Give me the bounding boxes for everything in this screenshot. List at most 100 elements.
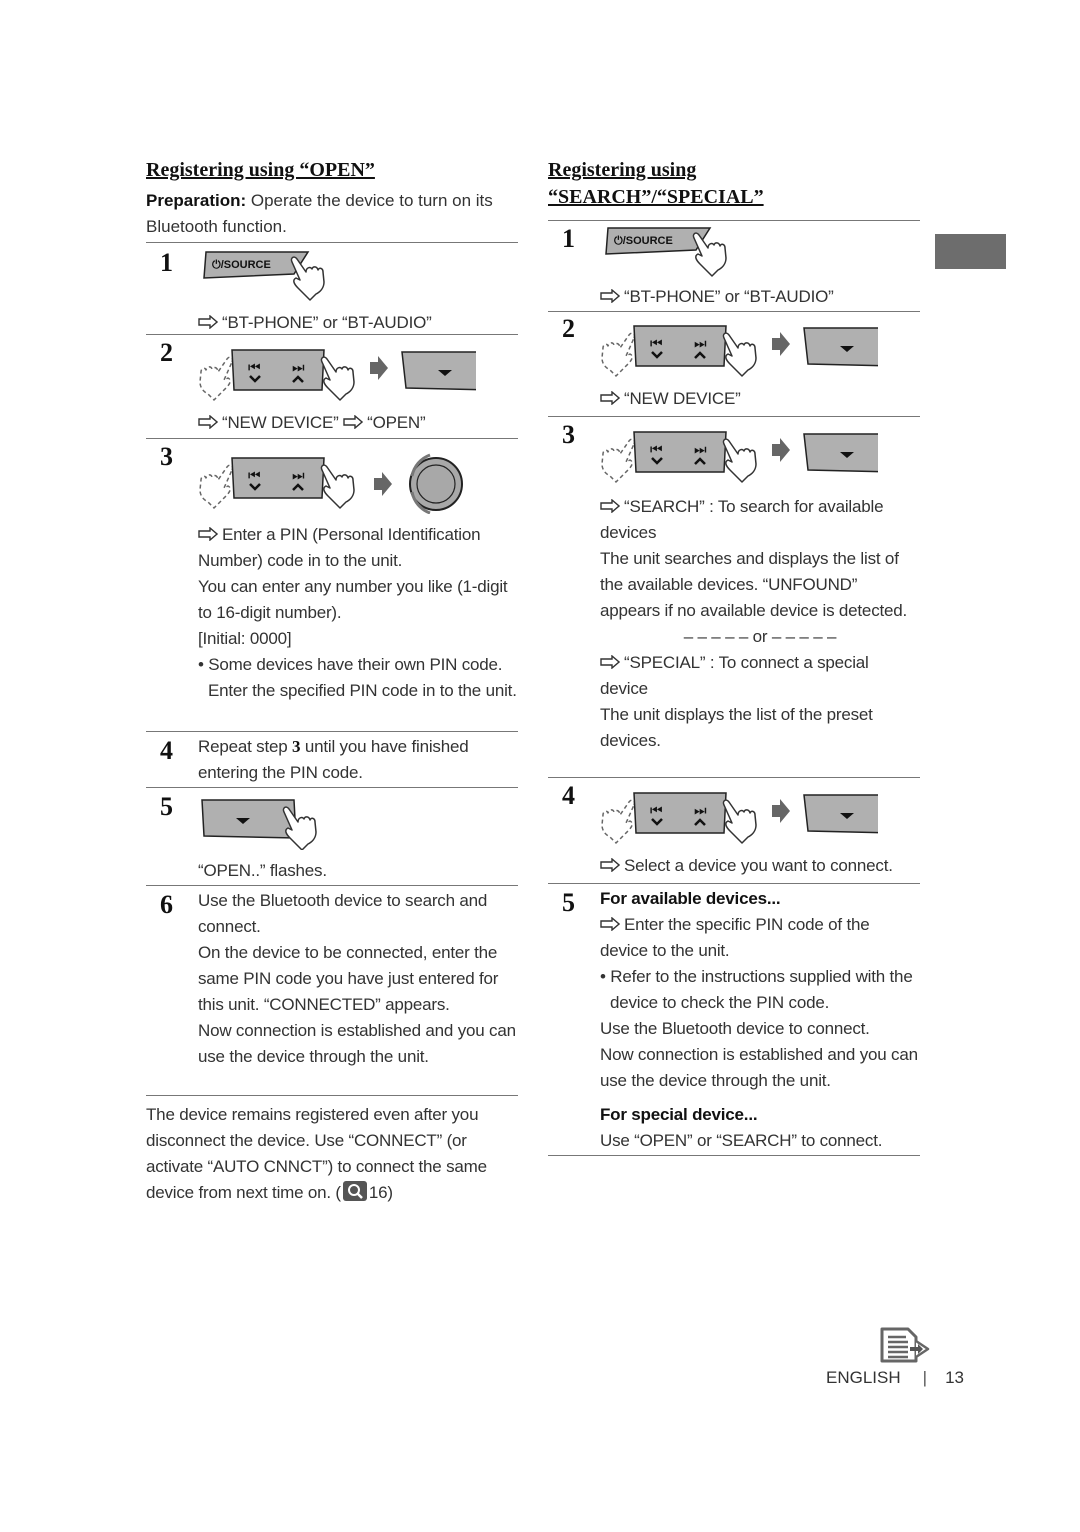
- step-detail: Use “OPEN” or “SEARCH” to connect.: [600, 1131, 883, 1150]
- step-detail: Now connection is established and you ca…: [600, 1045, 918, 1090]
- step-number: 2: [562, 314, 575, 343]
- step-detail: Now connection is established and you ca…: [198, 1021, 516, 1066]
- source-button-illustration: ⏻/SOURCE: [605, 227, 727, 277]
- pointing-hand-icon: [722, 438, 757, 483]
- dashed-hand-icon: [601, 332, 636, 377]
- registration-note: The device remains registered even after…: [146, 1102, 518, 1206]
- step-result-text: “NEW DEVICE”: [624, 389, 741, 408]
- next-arrow-icon: [772, 332, 790, 356]
- arrow-right-icon: [198, 527, 218, 541]
- divider: [146, 438, 518, 439]
- arrow-right-icon: [600, 499, 620, 513]
- pointing-hand-icon: [320, 464, 355, 509]
- prev-track-icon: ⏮: [650, 802, 663, 818]
- pointing-hand-icon: [692, 232, 727, 277]
- step-result: “SPECIAL” : To connect a special device: [600, 650, 920, 702]
- skip-panel: [231, 457, 325, 499]
- step-3: 3 ⏮ ⏭ Enter a PIN (Personal Identificati…: [146, 442, 518, 704]
- pointing-hand-icon: [722, 332, 757, 377]
- arrow-right-icon: [600, 917, 620, 931]
- step-5: 5 For available devices... Enter the spe…: [548, 886, 920, 1154]
- step-number: 2: [160, 338, 173, 367]
- step-bullet: • Some devices have their own PIN code. …: [198, 655, 517, 700]
- bullet-text: Refer to the instructions supplied with …: [610, 967, 913, 1012]
- skip-buttons-illustration: ⏮ ⏭: [601, 792, 878, 844]
- document-continue-icon: [880, 1327, 930, 1363]
- step-detail: [Initial: 0000]: [198, 629, 292, 648]
- step-number: 1: [160, 248, 173, 277]
- divider: [548, 416, 920, 417]
- page-reference[interactable]: 16): [369, 1183, 393, 1202]
- next-track-icon: ⏭: [694, 335, 707, 351]
- prev-track-icon: ⏮: [248, 467, 261, 483]
- subheading-special-device: For special device...: [600, 1105, 758, 1124]
- step-result: “BT-PHONE” or “BT-AUDIO”: [600, 284, 920, 310]
- next-track-icon: ⏭: [694, 441, 707, 457]
- step-result: “OPEN..” flashes.: [198, 861, 327, 880]
- step-2: 2 ⏮ ⏭ “NEW DEVICE” “OPEN”: [146, 338, 518, 436]
- step-number: 5: [160, 792, 173, 821]
- next-track-icon: ⏭: [292, 467, 305, 483]
- divider: [146, 242, 518, 243]
- step-number: 5: [562, 888, 575, 917]
- divider: [548, 1155, 920, 1156]
- divider: [146, 1095, 518, 1096]
- divider: [146, 334, 518, 335]
- or-separator: – – – – – or – – – – –: [683, 627, 837, 646]
- step-result-text: “SPECIAL” : To connect a special device: [600, 653, 869, 698]
- arrow-right-icon: [343, 415, 363, 429]
- language-label: ENGLISH: [826, 1368, 901, 1387]
- dashed-hand-icon: [199, 464, 234, 509]
- step-result-text: “SEARCH” : To search for available devic…: [600, 497, 884, 542]
- step-result: Select a device you want to connect.: [600, 853, 920, 879]
- step-result-text: “BT-PHONE” or “BT-AUDIO”: [624, 287, 834, 306]
- down-button-illustration: [201, 799, 317, 850]
- preparation-note: Preparation: Operate the device to turn …: [146, 188, 518, 240]
- pointing-hand-icon: [282, 806, 317, 850]
- step-number: 3: [160, 442, 173, 471]
- arrow-right-icon: [600, 858, 620, 872]
- arrow-right-icon: [600, 289, 620, 303]
- pointing-hand-icon: [722, 799, 757, 844]
- divider: [548, 220, 920, 221]
- heading-line: “SEARCH”/“SPECIAL”: [548, 186, 764, 208]
- divider: [146, 787, 518, 788]
- dashed-hand-icon: [601, 438, 636, 483]
- magnifier-icon: [342, 1181, 367, 1201]
- step-text: Use the Bluetooth device to search and c…: [198, 891, 488, 936]
- divider: [548, 311, 920, 312]
- step-4: 4 Repeat step 3 until you have finished …: [146, 734, 518, 786]
- page-number: 13: [945, 1368, 964, 1387]
- step-bullet: • Refer to the instructions supplied wit…: [600, 967, 913, 1012]
- step-result-text: Enter the specific PIN code of the devic…: [600, 915, 870, 960]
- step-result: Enter a PIN (Personal Identification Num…: [198, 522, 518, 574]
- step-detail: The unit displays the list of the preset…: [600, 705, 873, 750]
- divider: [146, 885, 518, 886]
- step-result-text: “BT-PHONE” or “BT-AUDIO”: [222, 313, 432, 332]
- pointing-hand-icon: [290, 256, 325, 301]
- bullet-text: Some devices have their own PIN code. En…: [208, 655, 517, 700]
- section-heading-search-special: Registering using “SEARCH”/“SPECIAL”: [548, 157, 920, 211]
- step-result: Enter the specific PIN code of the devic…: [600, 912, 920, 964]
- step-result: “SEARCH” : To search for available devic…: [600, 494, 920, 546]
- step-result-text: “NEW DEVICE”: [222, 413, 339, 432]
- next-track-icon: ⏭: [694, 802, 707, 818]
- page-footer: ENGLISH | 13: [826, 1368, 964, 1388]
- next-arrow-icon: [370, 356, 388, 380]
- divider: [548, 883, 920, 884]
- step-number: 4: [562, 781, 575, 810]
- step-text: Repeat step 3 until you have finished en…: [198, 734, 518, 786]
- step-detail: On the device to be connected, enter the…: [198, 943, 499, 1014]
- step-detail: Use the Bluetooth device to connect.: [600, 1019, 870, 1038]
- skip-buttons-illustration: ⏮ ⏭: [199, 349, 476, 401]
- step-result-text: “OPEN”: [367, 413, 426, 432]
- step-1: 1 ⏻/SOURCE “BT-PHONE” or “BT-AUDIO”: [146, 248, 518, 336]
- step-result: “NEW DEVICE” “OPEN”: [198, 410, 518, 436]
- step-result-text: Select a device you want to connect.: [624, 856, 893, 875]
- dashed-hand-icon: [199, 356, 234, 401]
- step-result: “BT-PHONE” or “BT-AUDIO”: [198, 310, 518, 336]
- step-number: 3: [562, 420, 575, 449]
- arrow-right-icon: [198, 415, 218, 429]
- step-detail: The unit searches and displays the list …: [600, 549, 908, 620]
- down-button-panel: [401, 351, 476, 391]
